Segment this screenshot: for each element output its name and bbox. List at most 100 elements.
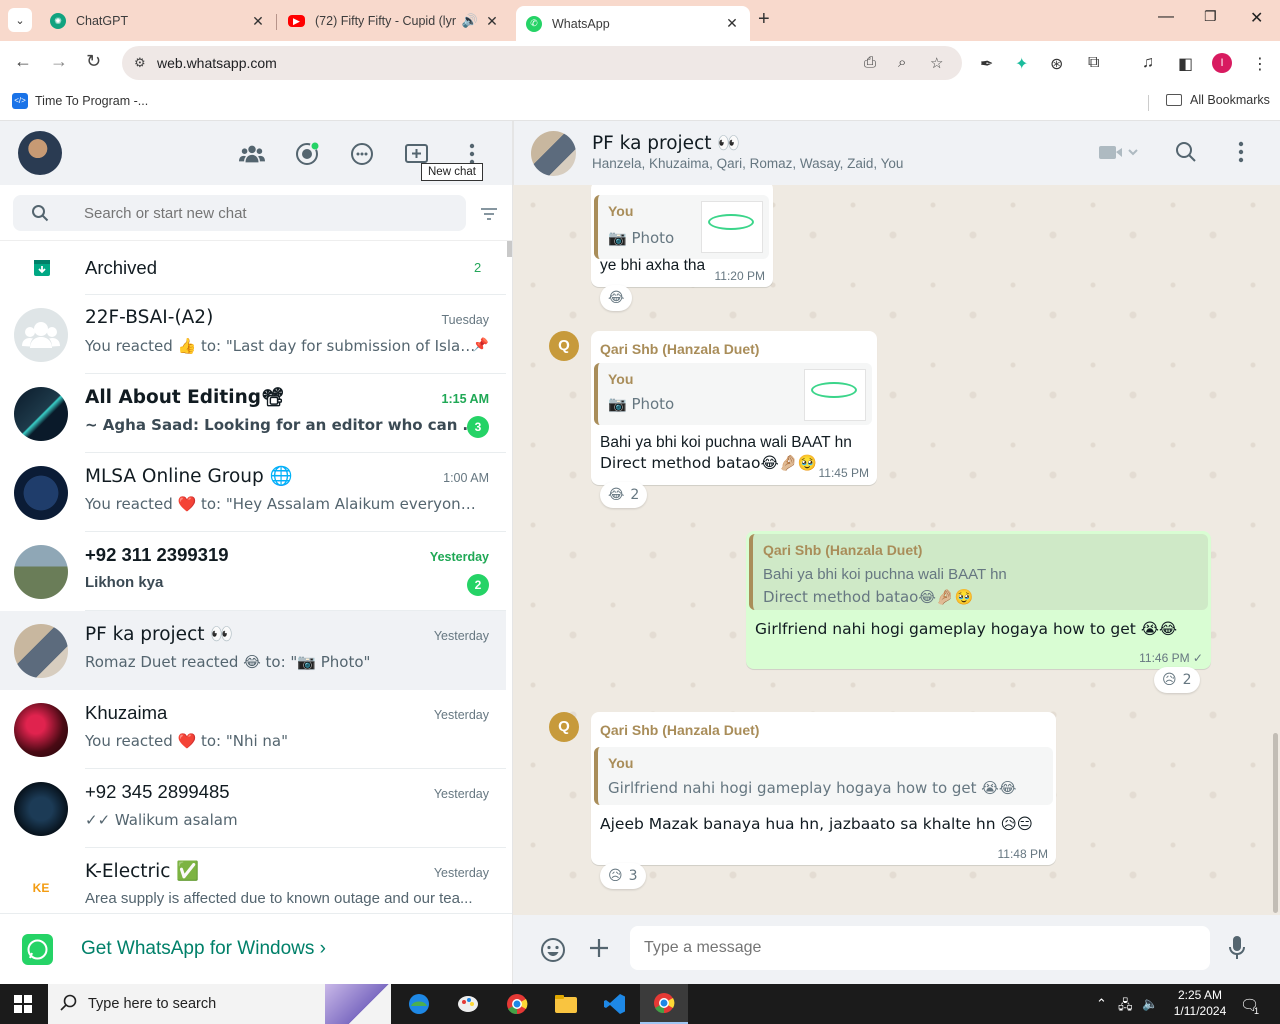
sender-avatar[interactable]: Q	[549, 712, 579, 742]
message-sender[interactable]: Qari Shb (Hanzala Duet)	[600, 722, 759, 738]
chat-item-mlsa[interactable]: MLSA Online Group 🌐 1:00 AM You reacted …	[0, 453, 506, 532]
zoom-icon[interactable]: ⌕	[898, 54, 906, 71]
tray-chevron-icon[interactable]: ⌃	[1096, 996, 1107, 1012]
extensions-icon[interactable]: ⧉	[1088, 54, 1099, 72]
conversation-title[interactable]: PF ka project 👀	[592, 132, 740, 154]
search-messages-icon[interactable]	[1175, 141, 1197, 166]
message-reaction[interactable]: 😂 2	[600, 482, 648, 508]
status-icon[interactable]	[294, 141, 320, 167]
chat-item-923112399319[interactable]: +92 311 2399319 Yesterday Likhon kya 2	[0, 532, 506, 611]
media-control-icon[interactable]: ♫	[1142, 54, 1154, 72]
message-list[interactable]: You 📷 Photo ye bhi axha tha 11:20 PM 😂 Q…	[513, 185, 1280, 915]
quoted-message[interactable]: Qari Shb (Hanzala Duet) Bahi ya bhi koi …	[749, 534, 1208, 610]
message-text-line: Direct method batao😂🤌🏼🥹	[600, 454, 818, 472]
start-button[interactable]	[14, 995, 32, 1013]
install-app-icon[interactable]: ⎙	[864, 54, 876, 71]
pin-extension-icon[interactable]: ✦	[1015, 54, 1028, 74]
chrome-menu-icon[interactable]: ⋮	[1252, 54, 1268, 74]
edge-icon[interactable]	[395, 984, 443, 1024]
close-tab-icon[interactable]: ✕	[484, 13, 500, 30]
file-explorer-icon[interactable]	[542, 984, 590, 1024]
speaker-icon[interactable]: 🔊	[462, 13, 478, 29]
sender-avatar[interactable]: Q	[549, 331, 579, 361]
tab-youtube[interactable]: ▶ (72) Fifty Fifty - Cupid (lyrics 🔊 ✕	[278, 6, 510, 36]
message-sender[interactable]: Qari Shb (Hanzala Duet)	[600, 341, 759, 357]
message-time: 11:46 PM ✓	[1139, 651, 1203, 665]
chrome-icon[interactable]	[493, 984, 541, 1024]
chat-item-22f-bsai[interactable]: 22F-BSAI-(A2) Tuesday You reacted 👍 to: …	[0, 295, 506, 374]
bookmark-star-icon[interactable]: ☆	[930, 54, 943, 72]
system-clock[interactable]: 2:25 AM 1/11/2024	[1160, 987, 1240, 1019]
conversation-scrollbar[interactable]	[1273, 733, 1278, 913]
chrome-active-icon[interactable]	[640, 984, 688, 1024]
message-input[interactable]	[644, 926, 1204, 970]
search-input[interactable]	[84, 195, 454, 231]
video-call-icon[interactable]	[1098, 141, 1138, 166]
restore-button[interactable]: ❐	[1204, 8, 1217, 25]
chat-item-khuzaima[interactable]: Khuzaima Yesterday You reacted ❤️ to: "N…	[0, 690, 506, 769]
reload-button[interactable]: ↻	[86, 51, 101, 72]
message-reaction[interactable]: 😂	[600, 285, 633, 311]
communities-icon[interactable]	[239, 141, 265, 167]
bookmark-item[interactable]: </> Time To Program -...	[12, 93, 148, 109]
chat-last-message: Area supply is affected due to known out…	[85, 890, 473, 907]
profile-avatar[interactable]: I	[1212, 53, 1232, 73]
my-avatar[interactable]	[18, 131, 62, 175]
search-box[interactable]	[13, 195, 466, 231]
forward-button[interactable]: →	[50, 51, 68, 72]
conversation-menu-icon[interactable]	[1238, 141, 1244, 166]
side-panel-icon[interactable]: ◧	[1178, 54, 1193, 74]
quoted-message[interactable]: You 📷 Photo	[594, 363, 872, 425]
site-info-icon[interactable]: ⚙	[134, 55, 146, 71]
quoted-photo-thumbnail	[804, 369, 866, 421]
network-icon[interactable]: 🖧	[1118, 996, 1133, 1018]
attach-plus-icon[interactable]	[588, 937, 610, 962]
close-window-button[interactable]: ✕	[1250, 8, 1263, 28]
archived-row[interactable]: Archived 2	[0, 241, 506, 295]
quoted-message[interactable]: You Girlfriend nahi hogi gameplay hogaya…	[594, 747, 1053, 805]
ai-extension-icon[interactable]: ⊛	[1050, 54, 1063, 74]
message-input-box[interactable]	[630, 926, 1210, 970]
vscode-icon[interactable]	[591, 984, 639, 1024]
sidebar-scrollbar[interactable]	[507, 241, 512, 257]
conversation-header[interactable]: PF ka project 👀 Hanzela, Khuzaima, Qari,…	[513, 121, 1280, 185]
volume-icon[interactable]: 🔈	[1142, 996, 1158, 1012]
windows-taskbar: Type here to search ⌃ 🖧 🔈 2:25 AM 1/11/2…	[0, 984, 1280, 1024]
group-avatar[interactable]	[531, 131, 576, 176]
close-tab-icon[interactable]: ✕	[724, 15, 740, 32]
get-whatsapp-windows-banner[interactable]: Get WhatsApp for Windows ›	[0, 913, 512, 984]
group-members: Hanzela, Khuzaima, Qari, Romaz, Wasay, Z…	[592, 156, 904, 171]
chat-item-all-about-editing[interactable]: All About Editing📽 1:15 AM ~ Agha Saad: …	[0, 374, 506, 453]
paint-icon[interactable]	[444, 984, 492, 1024]
reaction-count: 2	[1182, 672, 1192, 688]
message-bubble-incoming[interactable]: Qari Shb (Hanzala Duet) You Girlfriend n…	[591, 712, 1056, 865]
chat-item-pf-ka-project[interactable]: PF ka project 👀 Yesterday Romaz Duet rea…	[0, 611, 506, 690]
url-text[interactable]: web.whatsapp.com	[157, 55, 277, 71]
minimize-button[interactable]: —	[1158, 8, 1174, 26]
quoted-message[interactable]: You 📷 Photo	[594, 195, 769, 259]
all-bookmarks-button[interactable]: All Bookmarks	[1166, 93, 1270, 107]
chat-item-923452899485[interactable]: +92 345 2899485 Yesterday ✓✓ Walikum asa…	[0, 769, 506, 848]
tab-chatgpt[interactable]: ✺ ChatGPT ✕	[40, 6, 276, 36]
filter-icon[interactable]	[480, 207, 498, 224]
channels-icon[interactable]	[349, 141, 375, 167]
back-button[interactable]: ←	[14, 51, 32, 72]
get-windows-link[interactable]: Get WhatsApp for Windows ›	[81, 938, 326, 960]
message-bubble-incoming[interactable]: Qari Shb (Hanzala Duet) You 📷 Photo Bahi…	[591, 331, 877, 485]
taskbar-search[interactable]: Type here to search	[48, 984, 391, 1024]
message-reaction[interactable]: 😥 3	[600, 863, 646, 889]
tab-search-button[interactable]: ⌄	[8, 8, 32, 32]
tab-whatsapp[interactable]: ✆ WhatsApp ✕	[516, 6, 750, 41]
chat-time: Yesterday	[433, 629, 489, 643]
close-tab-icon[interactable]: ✕	[250, 13, 266, 30]
message-bubble-incoming[interactable]: You 📷 Photo ye bhi axha tha 11:20 PM	[591, 185, 773, 287]
message-bubble-outgoing[interactable]: Qari Shb (Hanzala Duet) Bahi ya bhi koi …	[746, 531, 1211, 669]
new-tab-button[interactable]: +	[758, 8, 770, 31]
microphone-icon[interactable]	[1229, 935, 1245, 964]
chat-name: +92 345 2899485	[85, 781, 230, 802]
address-bar[interactable]: ⚙ web.whatsapp.com ⎙ ⌕ ☆	[122, 46, 962, 80]
emoji-icon[interactable]	[540, 937, 566, 966]
taskbar-search-text[interactable]: Type here to search	[88, 996, 216, 1012]
message-reaction[interactable]: 😥 2	[1154, 667, 1200, 693]
pen-extension-icon[interactable]: ✒	[980, 54, 993, 74]
